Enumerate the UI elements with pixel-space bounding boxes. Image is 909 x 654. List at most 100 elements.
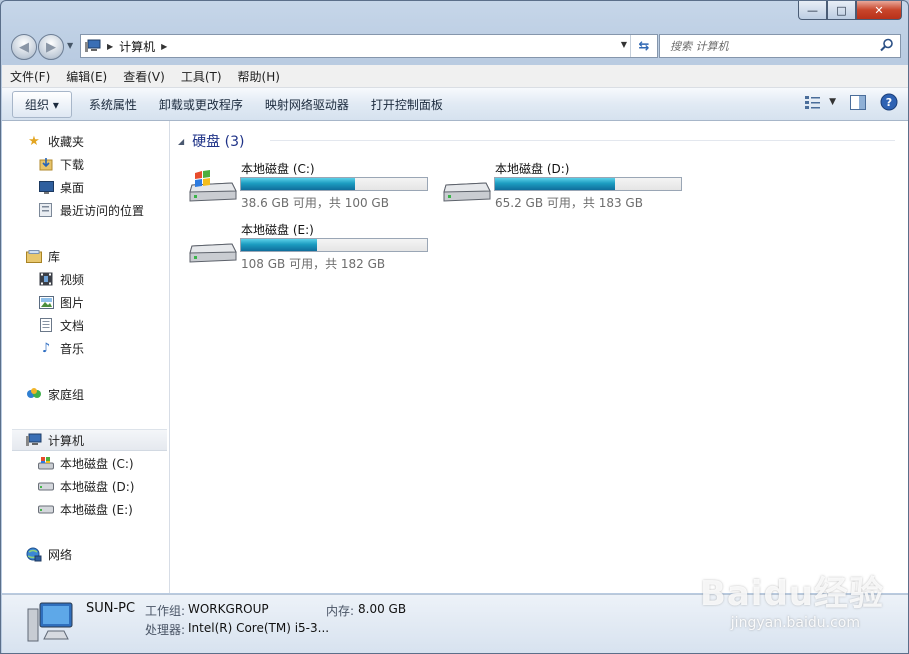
menu-file[interactable]: 文件(F) — [2, 68, 58, 85]
computer-icon — [26, 432, 42, 448]
sidebar-item-desktop[interactable]: 桌面 — [38, 176, 166, 198]
system-drive-icon — [189, 170, 237, 202]
sidebar-item-label: 库 — [48, 249, 61, 264]
drive-tile-d[interactable]: 本地磁盘 (D:) 65.2 GB 可用，共 183 GB — [442, 157, 692, 213]
menu-bar: 文件(F) 编辑(E) 查看(V) 工具(T) 帮助(H) — [2, 65, 908, 88]
system-drive-icon — [38, 455, 54, 471]
drive-tile-e[interactable]: 本地磁盘 (E:) 108 GB 可用，共 182 GB — [188, 218, 438, 274]
search-icon[interactable] — [880, 38, 894, 52]
sidebar-item-homegroup[interactable]: 家庭组 — [26, 383, 166, 405]
menu-help[interactable]: 帮助(H) — [230, 68, 288, 85]
drive-free-space: 65.2 GB 可用，共 183 GB — [495, 196, 643, 210]
menu-view[interactable]: 查看(V) — [115, 68, 173, 85]
sidebar-item-label: 下载 — [60, 157, 85, 172]
drive-usage-fill — [241, 239, 317, 251]
breadcrumb-computer[interactable]: 计算机 — [119, 38, 155, 55]
sidebar-item-label: 网络 — [48, 547, 73, 562]
navigation-pane: ★ 收藏夹 下载 桌面 最近访问的位置 库 视频 图片 文档 ♪ 音乐 家庭组 … — [2, 121, 170, 593]
memory-value: 8.00 GB — [358, 602, 407, 616]
library-folder-icon — [26, 248, 42, 264]
computer-icon — [27, 602, 73, 642]
sidebar-item-drive-d[interactable]: 本地磁盘 (D:) — [38, 475, 166, 497]
minimize-button[interactable]: — — [798, 1, 827, 20]
command-bar: 组织 ▾ 系统属性 卸载或更改程序 映射网络驱动器 打开控制面板 ▼ ? — [2, 88, 908, 121]
uninstall-program-button[interactable]: 卸载或更改程序 — [148, 96, 254, 113]
sidebar-item-label: 收藏夹 — [48, 134, 85, 149]
breadcrumb-chevron-icon[interactable]: ▶ — [161, 42, 167, 51]
sidebar-item-label: 家庭组 — [48, 387, 85, 402]
sidebar-item-drive-c[interactable]: 本地磁盘 (C:) — [38, 452, 166, 474]
sidebar-item-label: 视频 — [60, 272, 85, 287]
sidebar-item-libraries[interactable]: 库 — [26, 245, 166, 267]
breadcrumb-separator-icon[interactable]: ▶ — [107, 42, 113, 51]
group-title: 硬盘 (3) — [192, 134, 245, 150]
sidebar-item-label: 本地磁盘 (E:) — [60, 502, 133, 517]
drive-free-space: 108 GB 可用，共 182 GB — [241, 257, 386, 271]
menu-tools[interactable]: 工具(T) — [173, 68, 230, 85]
drive-free-space: 38.6 GB 可用，共 100 GB — [241, 196, 389, 210]
search-input[interactable] — [668, 38, 877, 54]
drive-usage-bar — [494, 177, 682, 191]
help-icon[interactable]: ? — [880, 93, 898, 111]
address-bar[interactable]: ▶ 计算机 ▶ ▼ ⇆ — [80, 34, 658, 58]
address-dropdown-icon[interactable]: ▼ — [621, 40, 627, 49]
view-dropdown-icon: ▼ — [829, 97, 836, 107]
sidebar-item-drive-e[interactable]: 本地磁盘 (E:) — [38, 498, 166, 520]
documents-icon — [38, 317, 54, 333]
sidebar-item-favorites[interactable]: ★ 收藏夹 — [26, 130, 166, 152]
maximize-button[interactable]: □ — [827, 1, 856, 20]
view-controls: ▼ ? — [805, 93, 898, 111]
recent-pages-dropdown[interactable]: ▼ — [67, 41, 73, 50]
preview-pane-icon[interactable] — [850, 94, 866, 110]
sidebar-item-label: 本地磁盘 (C:) — [60, 456, 134, 471]
forward-button[interactable]: ▶ — [38, 34, 64, 60]
sidebar-item-music[interactable]: ♪ 音乐 — [38, 337, 166, 359]
network-icon — [26, 546, 42, 562]
homegroup-icon — [26, 386, 42, 402]
recent-places-icon — [38, 202, 54, 218]
sidebar-item-label: 图片 — [60, 295, 85, 310]
music-note-icon: ♪ — [41, 340, 51, 356]
navigation-bar: ◀ ▶ ▼ ▶ 计算机 ▶ ▼ ⇆ — [9, 31, 901, 61]
sidebar-item-label: 文档 — [60, 318, 85, 333]
sidebar-item-documents[interactable]: 文档 — [38, 314, 166, 336]
sidebar-item-computer[interactable]: 计算机 — [12, 429, 167, 451]
map-network-drive-button[interactable]: 映射网络驱动器 — [254, 96, 360, 113]
back-button[interactable]: ◀ — [11, 34, 37, 60]
system-properties-button[interactable]: 系统属性 — [78, 96, 148, 113]
sidebar-item-pictures[interactable]: 图片 — [38, 291, 166, 313]
desktop-icon — [38, 179, 54, 195]
sidebar-item-label: 音乐 — [60, 341, 85, 356]
sidebar-item-recent[interactable]: 最近访问的位置 — [38, 199, 166, 221]
drive-tile-c[interactable]: 本地磁盘 (C:) 38.6 GB 可用，共 100 GB — [188, 157, 438, 213]
baidu-watermark: Baidu经验 — [699, 574, 884, 614]
drive-usage-bar — [240, 238, 428, 252]
hard-drive-icon — [38, 478, 54, 494]
collapse-triangle-icon[interactable]: ◢ — [178, 137, 184, 146]
refresh-button[interactable]: ⇆ — [630, 35, 657, 57]
watermark-url: jingyan.baidu.com — [730, 615, 860, 631]
menu-edit[interactable]: 编辑(E) — [58, 68, 115, 85]
open-control-panel-button[interactable]: 打开控制面板 — [360, 96, 454, 113]
drive-name: 本地磁盘 (E:) — [241, 223, 314, 237]
downloads-folder-icon — [38, 156, 54, 172]
change-view-button[interactable]: ▼ — [805, 95, 836, 109]
drive-usage-bar — [240, 177, 428, 191]
svg-text:?: ? — [886, 96, 892, 109]
search-box[interactable] — [659, 34, 901, 58]
sidebar-item-videos[interactable]: 视频 — [38, 268, 166, 290]
workgroup-label: 工作组: — [145, 604, 186, 618]
memory-label: 内存: — [326, 604, 355, 618]
drive-usage-fill — [241, 178, 356, 190]
close-button[interactable]: ✕ — [856, 1, 902, 20]
cpu-label: 处理器: — [145, 623, 186, 637]
sidebar-item-label: 最近访问的位置 — [60, 203, 145, 218]
hard-drive-icon — [443, 182, 491, 202]
drive-name: 本地磁盘 (D:) — [495, 162, 570, 176]
sidebar-item-label: 桌面 — [60, 180, 85, 195]
sidebar-item-downloads[interactable]: 下载 — [38, 153, 166, 175]
organize-button[interactable]: 组织 ▾ — [12, 90, 72, 118]
hard-drive-icon — [38, 501, 54, 517]
sidebar-item-network[interactable]: 网络 — [26, 543, 166, 565]
hard-disks-group-header[interactable]: ◢ 硬盘 (3) — [178, 131, 244, 151]
